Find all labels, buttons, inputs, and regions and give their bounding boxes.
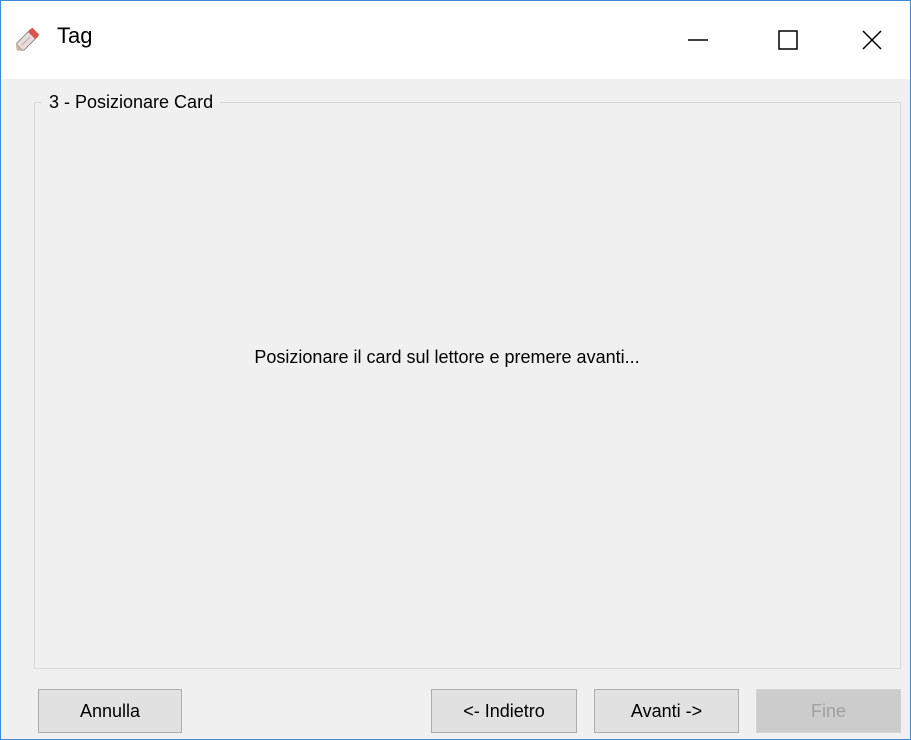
close-button[interactable] <box>833 1 910 79</box>
close-icon <box>861 30 882 50</box>
window-title: Tag <box>57 23 93 48</box>
maximize-button[interactable] <box>743 1 833 79</box>
title-bar[interactable]: Tag <box>1 1 910 79</box>
next-button[interactable]: Avanti -> <box>594 689 739 733</box>
minimize-icon <box>688 39 708 41</box>
wizard-window: Tag 3 - Posizionare Card Posizionare il … <box>0 0 911 740</box>
back-button[interactable]: <- Indietro <box>431 689 577 733</box>
groupbox-legend: 3 - Posizionare Card <box>42 89 221 115</box>
cancel-button[interactable]: Annulla <box>38 689 182 733</box>
instruction-label: Posizionare il card sul lettore e premer… <box>254 347 640 367</box>
finish-button[interactable]: Fine <box>756 689 901 733</box>
step-groupbox <box>34 102 901 669</box>
maximize-icon <box>778 30 798 50</box>
minimize-button[interactable] <box>653 1 743 79</box>
tag-pencil-icon <box>13 24 43 54</box>
